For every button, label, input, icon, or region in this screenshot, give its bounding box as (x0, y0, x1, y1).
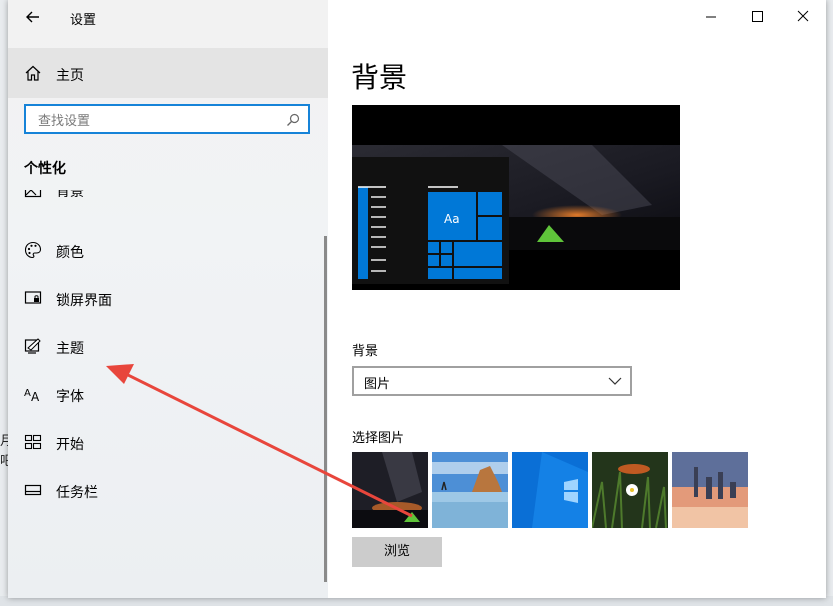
nav-item-home-label: 主页 (56, 68, 84, 84)
theme-icon (24, 338, 41, 354)
start-icon (24, 434, 42, 450)
search-box[interactable] (24, 104, 310, 134)
picture-thumbnail[interactable] (512, 452, 588, 528)
svg-text:A: A (31, 390, 40, 403)
browse-button[interactable]: 浏览 (352, 537, 442, 567)
maximize-button[interactable] (734, 0, 780, 32)
font-icon: A A (24, 388, 40, 403)
nav-item-home[interactable]: 主页 (8, 48, 328, 98)
taskbar-icon (24, 484, 42, 496)
lock-screen-icon (24, 291, 42, 304)
sidebar-scrollbar[interactable] (324, 236, 327, 582)
main-content: 背景 Aa 背景 图片 选择图片 浏览 (328, 0, 826, 598)
back-arrow-icon (26, 11, 39, 23)
nav-item-colors[interactable]: 颜色 (8, 228, 326, 272)
sidebar: 设置 主页 个性化 背景 (8, 0, 328, 598)
background-preview: Aa (352, 105, 680, 290)
nav-item-theme[interactable]: 主题 (8, 324, 326, 368)
nav-item-label: 主题 (56, 341, 84, 357)
picture-thumbnail[interactable] (672, 452, 748, 528)
svg-text:A: A (24, 388, 31, 399)
picture-icon (24, 190, 42, 198)
background-dropdown[interactable]: 图片 (352, 366, 632, 396)
search-icon (287, 113, 300, 126)
close-icon (797, 10, 809, 22)
picture-thumbnail[interactable] (432, 452, 508, 528)
preview-image: Aa (352, 145, 680, 284)
palette-icon (24, 241, 42, 259)
search-input[interactable] (36, 110, 280, 132)
app-title: 设置 (70, 13, 97, 28)
home-icon (25, 65, 41, 81)
choose-picture-label: 选择图片 (352, 431, 405, 446)
nav-item-background[interactable]: 背景 (8, 190, 326, 210)
nav-item-fonts[interactable]: A A 字体 (8, 372, 326, 416)
nav-item-lock-screen[interactable]: 锁屏界面 (8, 276, 326, 320)
nav-item-label: 任务栏 (56, 485, 98, 501)
picture-thumbnail[interactable] (352, 452, 428, 528)
maximize-icon (752, 11, 763, 22)
background-label: 背景 (352, 344, 379, 359)
title-bar: 设置 (8, 0, 328, 36)
nav-item-label: 背景 (56, 190, 84, 200)
picture-thumbnail[interactable] (592, 452, 668, 528)
settings-window: 设置 主页 个性化 背景 (8, 0, 826, 598)
close-button[interactable] (780, 0, 826, 32)
chevron-down-icon (608, 377, 622, 385)
nav-item-label: 字体 (56, 389, 84, 405)
minimize-button[interactable] (688, 0, 734, 32)
nav-item-taskbar[interactable]: 任务栏 (8, 468, 326, 512)
nav-item-start[interactable]: 开始 (8, 420, 326, 464)
minimize-icon (706, 16, 716, 18)
preview-tile-text: Aa (444, 212, 460, 226)
nav-item-label: 开始 (56, 437, 84, 453)
page-title: 背景 (351, 61, 408, 94)
section-heading: 个性化 (24, 161, 66, 177)
background-dropdown-value: 图片 (364, 377, 391, 392)
nav-item-label: 锁屏界面 (56, 293, 112, 309)
nav-item-label: 颜色 (56, 245, 84, 261)
back-button[interactable] (22, 6, 44, 28)
